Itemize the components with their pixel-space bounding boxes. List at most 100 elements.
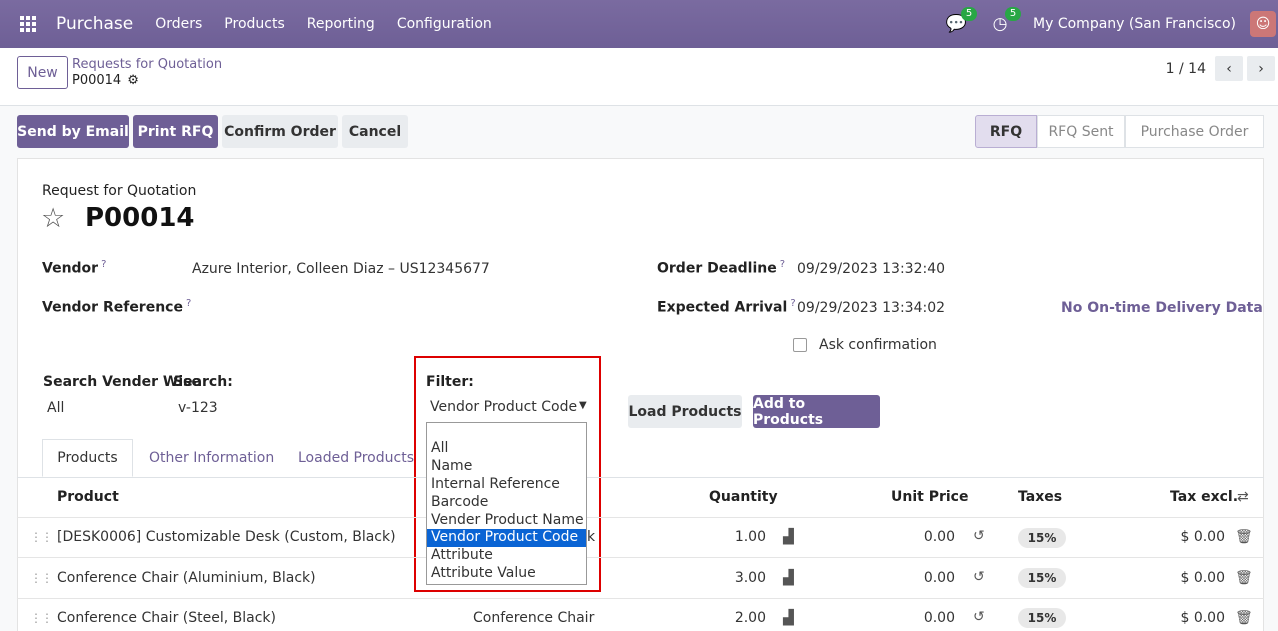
forecast-chart-icon[interactable]: ▟ [783,610,794,626]
pager-next-button[interactable]: › [1247,56,1275,81]
filter-option-barcode[interactable]: Barcode [427,494,586,512]
tab-other-information[interactable]: Other Information [149,439,274,477]
vendor-reference-field[interactable] [192,298,612,318]
tab-products[interactable]: Products [42,439,133,477]
menu-products[interactable]: Products [224,16,284,32]
filter-dropdown-list[interactable]: All Name Internal Reference Barcode Vend… [426,422,587,585]
table-row-description[interactable]: k [587,529,595,545]
filter-option-vender-product-name[interactable]: Vender Product Name [427,512,586,530]
table-row-unit-price[interactable]: 0.00 [880,610,955,626]
pager-value[interactable]: 1 / 14 [1166,61,1206,77]
top-navbar: Purchase Orders Products Reporting Confi… [0,0,1278,48]
history-icon[interactable]: ↺ [973,528,985,544]
column-header-product[interactable]: Product [57,489,119,505]
column-header-unit-price[interactable]: Unit Price [891,489,968,505]
app-name[interactable]: Purchase [56,14,133,34]
filter-option-internal-reference[interactable]: Internal Reference [427,476,586,494]
column-header-tax-excl[interactable]: Tax excl. [1170,489,1238,505]
menu-reporting[interactable]: Reporting [307,16,375,32]
gear-icon[interactable]: ⚙ [127,73,139,88]
search-vendor-wise-select[interactable]: All [47,400,64,416]
send-by-email-button[interactable]: Send by Email [17,115,129,148]
table-row-quantity[interactable]: 3.00 [700,570,766,586]
activities-badge: 5 [1005,7,1022,21]
table-row-quantity[interactable]: 1.00 [700,529,766,545]
stage-rfq[interactable]: RFQ [975,115,1037,148]
table-row-quantity[interactable]: 2.00 [700,610,766,626]
new-button[interactable]: New [17,56,68,89]
history-icon[interactable]: ↺ [973,609,985,625]
optional-columns-icon[interactable]: ⇄ [1237,489,1249,505]
load-products-button[interactable]: Load Products [628,395,742,428]
stage-rfq-sent[interactable]: RFQ Sent [1037,115,1125,148]
help-icon[interactable]: ? [186,298,191,309]
help-icon[interactable]: ? [780,259,785,270]
forecast-chart-icon[interactable]: ▟ [783,529,794,545]
help-icon[interactable]: ? [101,259,106,270]
activities-button[interactable]: ◷ 5 [989,7,1022,35]
forecast-chart-icon[interactable]: ▟ [783,570,794,586]
filter-select[interactable]: Vendor Product Code [430,399,577,415]
order-deadline-field[interactable]: 09/29/2023 13:32:40 [797,261,945,277]
record-name: P00014 [72,73,122,88]
caret-down-icon[interactable]: ▼ [579,400,587,411]
breadcrumb-rfq[interactable]: Requests for Quotation [72,57,222,72]
history-icon[interactable]: ↺ [973,569,985,585]
print-rfq-button[interactable]: Print RFQ [133,115,218,148]
drag-handle-icon[interactable]: ⋮⋮ [30,611,53,625]
column-header-quantity[interactable]: Quantity [709,489,778,505]
breadcrumb-current: P00014 ⚙ [72,73,139,88]
trash-icon[interactable]: 🗑 [1235,610,1253,626]
search-label: Search: [173,374,233,390]
vendor-reference-label: Vendor Reference? [42,298,192,316]
user-avatar[interactable]: ☺ [1250,11,1276,37]
filter-option-attribute[interactable]: Attribute [427,547,586,565]
filter-option-vendor-product-code[interactable]: Vendor Product Code [427,529,586,548]
trash-icon[interactable]: 🗑 [1235,570,1253,586]
table-row-unit-price[interactable]: 0.00 [880,529,955,545]
stage-purchase-order[interactable]: Purchase Order [1125,115,1264,148]
vendor-field[interactable]: Azure Interior, Colleen Diaz – US1234567… [192,261,490,277]
control-panel: New Requests for Quotation P00014 ⚙ 1 / … [0,48,1278,106]
messages-button[interactable]: 💬 5 [945,7,978,35]
star-icon[interactable]: ☆ [41,203,65,234]
table-row-subtotal: $ 0.00 [1180,529,1225,545]
ontime-delivery-link[interactable]: No On-time Delivery Data [1061,300,1263,316]
vendor-label: Vendor? [42,259,107,277]
table-row-product[interactable]: [DESK0006] Customizable Desk (Custom, Bl… [57,529,396,545]
pager-previous-button[interactable]: ‹ [1215,56,1243,81]
status-bar: RFQ RFQ Sent Purchase Order [975,115,1264,148]
table-row-product[interactable]: Conference Chair (Steel, Black) [57,610,276,626]
filter-option-all[interactable]: All [427,440,586,458]
filter-option-name[interactable]: Name [427,458,586,476]
confirm-order-button[interactable]: Confirm Order [222,115,338,148]
help-icon[interactable]: ? [790,298,795,309]
ask-confirmation-label: Ask confirmation [819,337,937,353]
menu-orders[interactable]: Orders [155,16,202,32]
tab-loaded-products-list[interactable]: Loaded Products List [298,439,416,477]
company-switcher[interactable]: My Company (San Francisco) [1033,16,1236,32]
chevron-left-icon: ‹ [1226,60,1232,77]
page-title: P00014 [85,203,195,233]
add-to-products-button[interactable]: Add to Products [753,395,880,428]
drag-handle-icon[interactable]: ⋮⋮ [30,530,53,544]
tax-badge[interactable]: 15% [1018,608,1066,628]
column-header-taxes[interactable]: Taxes [1018,489,1062,505]
drag-handle-icon[interactable]: ⋮⋮ [30,571,53,585]
table-row-unit-price[interactable]: 0.00 [880,570,955,586]
menu-configuration[interactable]: Configuration [397,16,492,32]
app-menu-button[interactable] [0,0,56,48]
tax-badge[interactable]: 15% [1018,528,1066,548]
chevron-right-icon: › [1258,60,1264,77]
tax-badge[interactable]: 15% [1018,568,1066,588]
cancel-button[interactable]: Cancel [342,115,408,148]
table-row-product[interactable]: Conference Chair (Aluminium, Black) [57,570,316,586]
trash-icon[interactable]: 🗑 [1235,529,1253,545]
search-input[interactable]: v-123 [178,400,218,416]
filter-option-attribute-value[interactable]: Attribute Value [427,565,586,583]
table-row-description[interactable]: Conference Chair [473,610,594,626]
table-row-subtotal: $ 0.00 [1180,570,1225,586]
ask-confirmation-checkbox[interactable] [793,338,807,352]
messages-badge: 5 [961,7,978,21]
expected-arrival-field[interactable]: 09/29/2023 13:34:02 [797,300,945,316]
